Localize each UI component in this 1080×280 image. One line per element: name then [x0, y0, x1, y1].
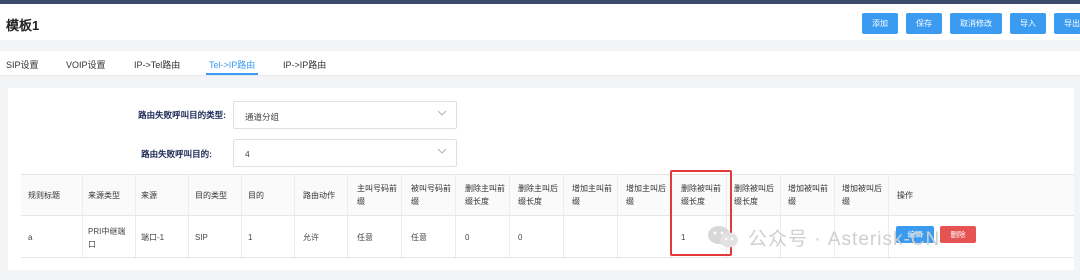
- wechat-icon: [708, 226, 738, 248]
- cell-del-caller-suffix-len: 0: [518, 233, 523, 242]
- col-rule-title: 规则标题: [28, 191, 60, 200]
- chevron-down-icon: [437, 148, 447, 154]
- col-callee-prefix: 被叫号码前缀: [411, 184, 451, 206]
- page-title: 模板1: [6, 18, 40, 33]
- col-caller-prefix: 主叫号码前缀: [357, 184, 397, 206]
- cell-source-type: PRI中继端口: [88, 227, 126, 249]
- column-divider: [401, 175, 402, 259]
- column-divider: [188, 175, 189, 259]
- fail-dest-value: 4: [245, 149, 250, 159]
- column-divider: [135, 175, 136, 259]
- cell-dest-type: SIP: [195, 233, 208, 242]
- column-divider: [82, 175, 83, 259]
- tab-bar: SIP设置 VOIP设置 IP->Tel路由 Tel->IP路由 IP->IP路…: [0, 51, 1080, 76]
- col-add-callee-prefix: 增加被叫前缀: [788, 184, 828, 206]
- cancel-changes-button[interactable]: 取消修改: [950, 13, 1002, 34]
- active-tab-indicator: [206, 73, 258, 75]
- col-add-caller-prefix: 增加主叫前缀: [572, 184, 612, 206]
- cell-rule-title: a: [28, 233, 33, 242]
- col-del-caller-suffix-len: 删除主叫后 缀长度: [518, 184, 558, 206]
- cell-route-action: 允许: [303, 233, 319, 242]
- col-del-callee-suffix-len: 删除被叫后 缀长度: [734, 184, 774, 206]
- tab-ip-ip-route[interactable]: IP->IP路由: [283, 58, 326, 71]
- col-actions: 操作: [897, 191, 913, 200]
- add-button[interactable]: 添加: [862, 13, 898, 34]
- tab-tel-ip-route[interactable]: Tel->IP路由: [209, 58, 255, 71]
- watermark: 公众号 · Asterisk-CN: [706, 223, 940, 251]
- fail-type-value: 通道分组: [245, 112, 280, 122]
- page-header: 模板1 添加 保存 取消修改 导入 导出: [0, 4, 1080, 40]
- tab-voip-settings[interactable]: VOIP设置: [66, 58, 106, 71]
- col-add-callee-suffix: 增加被叫后缀: [842, 184, 882, 206]
- column-divider: [347, 175, 348, 259]
- save-button[interactable]: 保存: [906, 13, 942, 34]
- cell-caller-prefix: 任意: [357, 233, 373, 242]
- chevron-down-icon: [437, 110, 447, 116]
- cell-callee-prefix: 任意: [411, 233, 427, 242]
- column-divider: [294, 175, 295, 259]
- cell-del-caller-prefix-len: 0: [465, 233, 470, 242]
- column-divider: [617, 175, 618, 259]
- col-del-caller-prefix-len: 删除主叫前 缀长度: [465, 184, 505, 206]
- import-button[interactable]: 导入: [1010, 13, 1046, 34]
- fail-dest-select[interactable]: 4: [233, 139, 457, 167]
- col-dest-type: 目的类型: [195, 191, 227, 200]
- watermark-text: 公众号 · Asterisk-CN: [748, 228, 941, 250]
- col-dest: 目的: [248, 191, 264, 200]
- fail-dest-label: 路由失败呼叫目的:: [141, 149, 212, 159]
- column-divider: [455, 175, 456, 259]
- column-divider: [563, 175, 564, 259]
- delete-button[interactable]: 删除: [940, 226, 976, 243]
- tab-sip-settings[interactable]: SIP设置: [6, 58, 39, 71]
- cell-dest: 1: [248, 233, 253, 242]
- column-divider: [509, 175, 510, 259]
- fail-type-select[interactable]: 通道分组: [233, 101, 457, 129]
- col-add-caller-suffix: 增加主叫后缀: [626, 184, 666, 206]
- col-route-action: 路由动作: [303, 191, 335, 200]
- cell-source: 端口-1: [141, 233, 165, 242]
- tab-ip-tel-route[interactable]: IP->Tel路由: [134, 58, 180, 71]
- col-source: 来源: [141, 191, 157, 200]
- column-divider: [241, 175, 242, 259]
- export-button[interactable]: 导出: [1054, 13, 1080, 34]
- fail-type-label: 路由失败呼叫目的类型:: [138, 110, 226, 120]
- col-source-type: 来源类型: [88, 191, 120, 200]
